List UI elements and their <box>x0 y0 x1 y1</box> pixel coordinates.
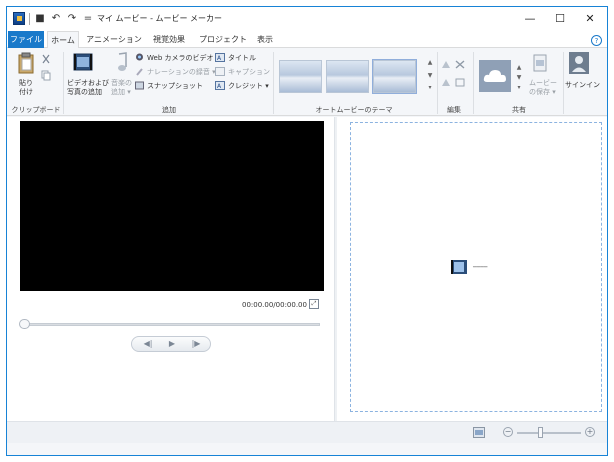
sign-in-button[interactable]: サインイン <box>565 80 600 90</box>
tab-home[interactable]: ホーム <box>47 31 79 49</box>
undo-icon[interactable]: ↶ <box>49 11 63 27</box>
seek-bar[interactable] <box>20 323 320 326</box>
tab-animation[interactable]: アニメーション <box>85 31 143 48</box>
theme-thumbnail-3[interactable] <box>372 59 417 94</box>
storyboard-hint-text[interactable]: ━━━━━━━━ <box>473 265 487 269</box>
caption-button[interactable]: キャプション <box>228 67 270 77</box>
minimize-button[interactable]: — <box>515 7 545 31</box>
webcam-icon[interactable] <box>135 53 144 62</box>
thumbnail-size-icon[interactable] <box>473 427 485 438</box>
app-icon[interactable] <box>13 12 25 25</box>
timecode-display: 00:00.00/00:00.00 <box>242 301 307 309</box>
app-window: ■ ↶ ↷ = マイ ムービー - ムービー メーカー — ☐ ✕ ファイル ホ… <box>6 6 608 456</box>
credits-button[interactable]: クレジット ▾ <box>228 81 269 91</box>
video-preview[interactable] <box>20 121 324 291</box>
save-movie-icon[interactable] <box>533 54 547 72</box>
cut-icon[interactable] <box>41 54 51 64</box>
title-icon[interactable]: A <box>215 53 225 62</box>
group-label-themes: オートムービーのテーマ <box>315 106 393 114</box>
remove-icon[interactable] <box>455 60 465 69</box>
rotate-left-icon[interactable] <box>441 60 451 69</box>
qat-separator <box>29 13 30 25</box>
zoom-in-button[interactable]: + <box>585 427 595 437</box>
group-label-clipboard: クリップボード <box>11 106 61 114</box>
sign-in-icon[interactable] <box>569 52 589 74</box>
zoom-slider-thumb[interactable] <box>538 427 543 438</box>
fullscreen-icon[interactable]: ⤢ <box>309 299 319 309</box>
microphone-icon[interactable] <box>135 67 144 76</box>
save-icon[interactable]: ■ <box>33 11 47 27</box>
add-music-label-2[interactable]: 追加 ▾ <box>111 87 131 97</box>
theme-thumbnail-1[interactable] <box>279 60 322 93</box>
tab-project[interactable]: プロジェクト <box>197 31 249 48</box>
group-label-edit: 編集 <box>447 106 461 114</box>
theme-thumbnail-2[interactable] <box>326 60 369 93</box>
save-movie-label-2[interactable]: の保存 ▾ <box>529 87 556 97</box>
group-label-share: 共有 <box>512 106 526 114</box>
paste-icon[interactable] <box>17 52 35 74</box>
window-title: マイ ムービー - ムービー メーカー <box>97 14 223 23</box>
seek-thumb[interactable] <box>19 319 30 329</box>
zoom-out-button[interactable]: − <box>503 427 513 437</box>
help-icon[interactable]: ? <box>591 35 602 46</box>
copy-icon[interactable] <box>41 70 51 81</box>
snapshot-icon[interactable] <box>135 81 144 90</box>
record-narration-button[interactable]: ナレーションの録音 ▾ <box>147 67 216 77</box>
tab-file[interactable]: ファイル <box>8 31 44 48</box>
caption-icon[interactable] <box>215 67 225 76</box>
maximize-button[interactable]: ☐ <box>545 7 575 31</box>
previous-frame-button[interactable]: ◀| <box>136 337 160 351</box>
webcam-video-button[interactable]: Web カメラのビデオ <box>147 53 214 63</box>
add-video-label-2[interactable]: 写真の追加 <box>67 87 102 97</box>
status-bar: − + <box>7 421 607 443</box>
share-more[interactable]: ▾ <box>515 82 523 94</box>
tab-view[interactable]: 表示 <box>253 31 277 48</box>
themes-more[interactable]: ▾ <box>426 82 434 94</box>
customize-qat-icon[interactable]: = <box>81 11 95 27</box>
group-label-add: 追加 <box>162 106 176 114</box>
title-bar: ■ ↶ ↷ = マイ ムービー - ムービー メーカー — ☐ ✕ <box>7 7 607 31</box>
group-separator <box>473 52 474 114</box>
themes-scroll-up[interactable]: ▲ <box>426 57 434 69</box>
add-media-icon[interactable] <box>450 258 468 276</box>
snapshot-button[interactable]: スナップショット <box>147 81 203 91</box>
music-note-icon[interactable] <box>113 52 129 74</box>
ribbon-tabs: ファイル ホーム アニメーション 視覚効果 プロジェクト 表示 <box>7 31 607 49</box>
themes-scroll-down[interactable]: ▼ <box>426 70 434 82</box>
playback-controls: ◀| ▶ |▶ <box>131 336 211 352</box>
main-content: 00:00.00/00:00.00 ⤢ ◀| ▶ |▶ ━━━━━━━━ <box>7 117 607 421</box>
play-button[interactable]: ▶ <box>160 337 184 351</box>
group-separator <box>63 52 64 114</box>
zoom-slider[interactable] <box>517 432 581 434</box>
tab-visual-effects[interactable]: 視覚効果 <box>147 31 191 48</box>
redo-icon[interactable]: ↷ <box>65 11 79 27</box>
ribbon-home: 貼り 付け クリップボード ビデオおよび 写真の追加 音楽の 追加 ▾ Web <box>7 48 607 116</box>
select-all-icon[interactable] <box>455 78 465 87</box>
pane-splitter[interactable] <box>334 117 337 421</box>
storyboard-pane[interactable]: ━━━━━━━━ <box>350 122 602 412</box>
title-button[interactable]: タイトル <box>228 53 256 63</box>
onedrive-cloud-icon[interactable] <box>479 60 511 92</box>
next-frame-button[interactable]: |▶ <box>184 337 208 351</box>
paste-label-2[interactable]: 付け <box>19 87 33 97</box>
add-video-photo-icon[interactable] <box>73 51 95 73</box>
credits-icon[interactable]: A <box>215 81 225 90</box>
group-separator <box>563 52 564 114</box>
rotate-right-icon[interactable] <box>441 78 451 87</box>
close-button[interactable]: ✕ <box>575 7 605 31</box>
group-separator <box>273 52 274 114</box>
